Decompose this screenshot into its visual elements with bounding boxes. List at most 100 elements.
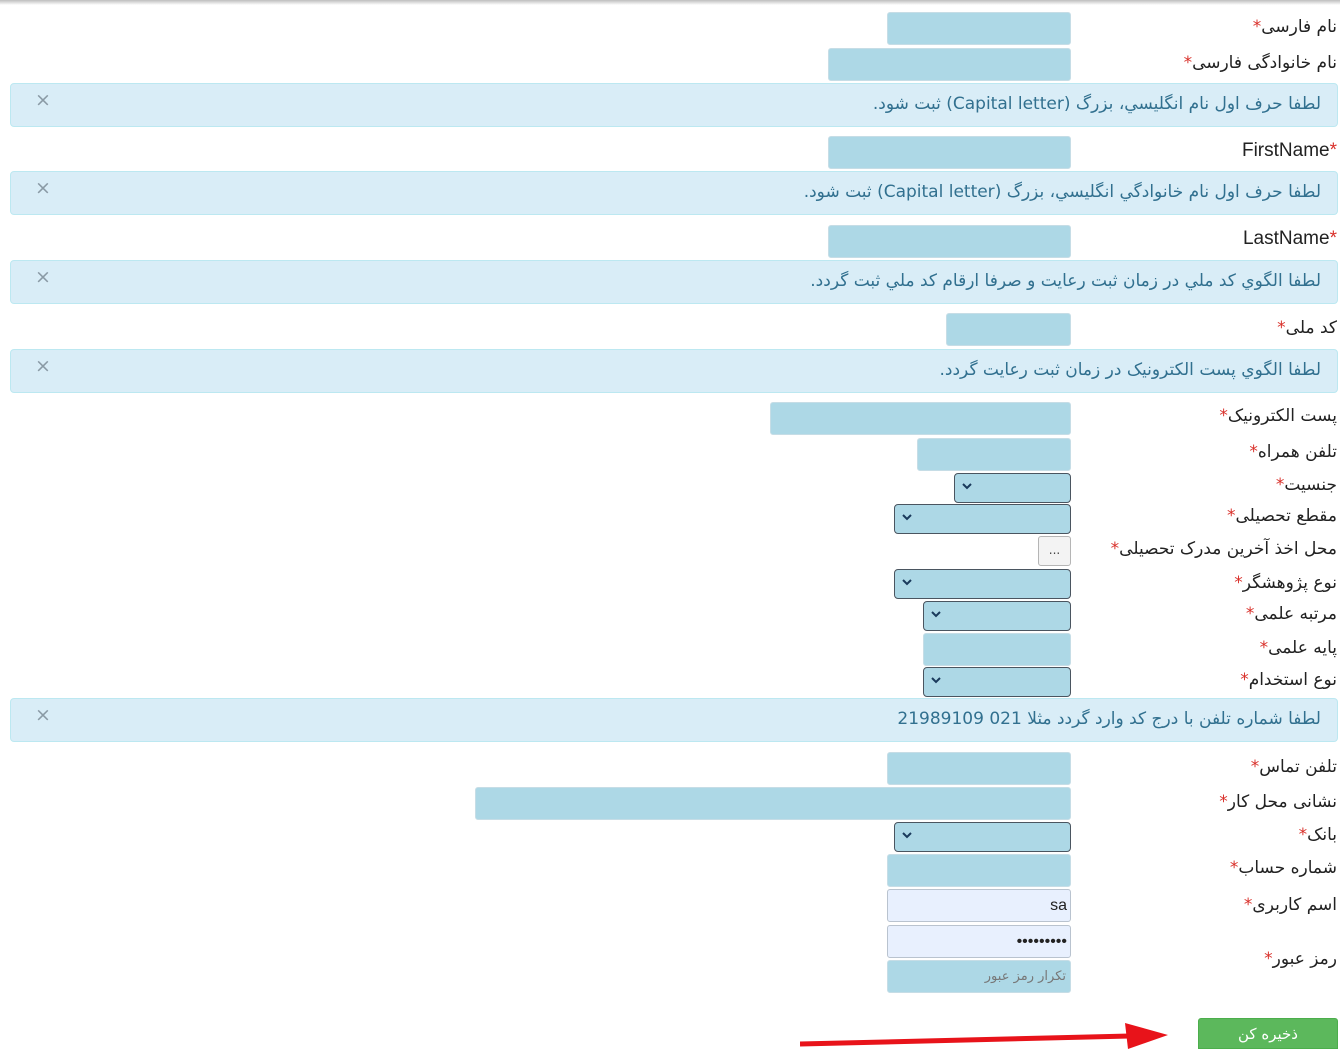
- label-degree-place: محل اخذ آخرین مدرک تحصیلی*: [1111, 538, 1337, 560]
- label-last-name-en: *LastName: [1243, 228, 1337, 250]
- label-username: اسم کاربری*: [1244, 894, 1337, 916]
- username-input[interactable]: sa: [887, 889, 1071, 922]
- chevron-down-icon: [901, 828, 913, 842]
- label-employment-type: نوع استخدام*: [1240, 669, 1337, 691]
- hint-text: لطفا الگوي کد ملي در زمان ثبت رعايت و صر…: [810, 271, 1321, 291]
- label-text: رمز عبور: [1272, 949, 1337, 969]
- required-mark: *: [1183, 53, 1193, 73]
- chevron-down-icon: [930, 673, 942, 687]
- label-text: پایه علمی: [1268, 638, 1337, 658]
- education-level-select[interactable]: [894, 504, 1071, 534]
- label-last-name-fa: نام خانوادگی فارسی*: [1184, 52, 1337, 74]
- hint-text: لطفا شماره تلفن با درج کد وارد گردد مثلا…: [897, 709, 1321, 729]
- phone-input[interactable]: [887, 752, 1071, 785]
- required-mark: *: [1298, 825, 1308, 845]
- required-mark: *: [1240, 670, 1249, 690]
- password-input[interactable]: •••••••••: [887, 925, 1071, 958]
- label-academic-grade: پایه علمی*: [1260, 637, 1337, 659]
- label-text: پست الکترونیک: [1227, 406, 1337, 426]
- label-mobile: تلفن همراه*: [1249, 441, 1337, 463]
- label-text: کد ملی: [1285, 318, 1337, 338]
- first-name-fa-input[interactable]: [887, 12, 1071, 45]
- work-address-input[interactable]: [475, 787, 1071, 820]
- red-arrow-annotation: [800, 1023, 1168, 1049]
- employment-type-select[interactable]: [923, 667, 1071, 697]
- required-mark: *: [1329, 228, 1337, 249]
- label-text: FirstName: [1241, 140, 1330, 161]
- label-text: LastName: [1242, 228, 1330, 249]
- label-academic-rank: مرتبه علمی*: [1246, 603, 1337, 625]
- label-education-level: مقطع تحصیلی*: [1227, 505, 1337, 527]
- account-number-input[interactable]: [887, 854, 1071, 887]
- required-mark: *: [1234, 573, 1243, 593]
- required-mark: *: [1252, 17, 1262, 37]
- degree-place-browse-button[interactable]: ...: [1038, 536, 1071, 566]
- hint-text: لطفا حرف اول نام خانوادگي انگليسي، بزرگ …: [803, 182, 1321, 202]
- password-value: •••••••••: [1016, 933, 1067, 950]
- label-work-address: نشانی محل کار*: [1219, 791, 1337, 813]
- label-text: جنسیت: [1284, 475, 1337, 495]
- save-button[interactable]: ذخیره کن: [1198, 1018, 1338, 1049]
- national-code-input[interactable]: [946, 313, 1071, 346]
- hint-alert-national-code: لطفا الگوي کد ملي در زمان ثبت رعايت و صر…: [10, 260, 1338, 304]
- label-text: مرتبه علمی: [1254, 604, 1337, 624]
- label-phone: تلفن تماس*: [1251, 756, 1337, 778]
- label-national-code: کد ملی*: [1277, 317, 1337, 339]
- label-account-number: شماره حساب*: [1230, 857, 1337, 879]
- label-text: نوع استخدام: [1248, 670, 1337, 690]
- required-mark: *: [1249, 442, 1258, 462]
- chevron-down-icon: [961, 479, 973, 493]
- required-mark: *: [1264, 949, 1273, 969]
- chevron-down-icon: [901, 510, 913, 524]
- password-repeat-input[interactable]: تکرار رمز عبور: [887, 960, 1071, 993]
- close-icon[interactable]: ×: [35, 355, 51, 377]
- label-text: نام خانوادگی فارسی: [1192, 53, 1337, 73]
- required-mark: *: [1259, 638, 1269, 658]
- last-name-en-input[interactable]: [828, 225, 1071, 258]
- label-text: شماره حساب: [1238, 858, 1337, 878]
- required-mark: *: [1219, 406, 1228, 426]
- hint-alert-last-name: لطفا حرف اول نام خانوادگي انگليسي، بزرگ …: [10, 171, 1338, 215]
- label-researcher-type: نوع پژوهشگر*: [1234, 572, 1337, 594]
- label-first-name-fa: نام فارسی*: [1253, 16, 1337, 38]
- username-value: sa: [1050, 897, 1067, 914]
- label-text: اسم کاربری: [1252, 895, 1337, 915]
- required-mark: *: [1250, 757, 1260, 777]
- label-email: پست الکترونیک*: [1219, 405, 1337, 427]
- required-mark: *: [1110, 539, 1120, 559]
- first-name-en-input[interactable]: [828, 136, 1071, 169]
- label-text: نشانی محل کار: [1227, 792, 1337, 812]
- gender-select[interactable]: [954, 473, 1071, 503]
- close-icon[interactable]: ×: [35, 177, 51, 199]
- chevron-down-icon: [930, 607, 942, 621]
- label-password: رمز عبور*: [1264, 948, 1337, 970]
- close-icon[interactable]: ×: [35, 704, 51, 726]
- academic-rank-select[interactable]: [923, 601, 1071, 631]
- academic-grade-input[interactable]: [923, 633, 1071, 666]
- chevron-down-icon: [901, 575, 913, 589]
- hint-alert-email: لطفا الگوي پست الکترونيک در زمان ثبت رعا…: [10, 349, 1338, 393]
- required-mark: *: [1227, 506, 1236, 526]
- label-text: نوع پژوهشگر: [1242, 573, 1337, 593]
- label-text: تلفن همراه: [1257, 442, 1337, 462]
- password-repeat-placeholder: تکرار رمز عبور: [984, 969, 1066, 984]
- hint-alert-phone: لطفا شماره تلفن با درج کد وارد گردد مثلا…: [10, 698, 1338, 742]
- top-shadow: [0, 0, 1340, 5]
- required-mark: *: [1329, 140, 1337, 161]
- email-input[interactable]: [770, 402, 1071, 435]
- bank-select[interactable]: [894, 822, 1071, 852]
- label-text: مقطع تحصیلی: [1235, 506, 1337, 526]
- label-text: تلفن تماس: [1259, 757, 1337, 777]
- close-icon[interactable]: ×: [35, 266, 51, 288]
- last-name-fa-input[interactable]: [828, 48, 1071, 81]
- label-text: نام فارسی: [1261, 17, 1337, 37]
- label-bank: بانک*: [1299, 824, 1337, 846]
- label-first-name-en: *FirstName: [1242, 140, 1337, 162]
- label-gender: جنسیت*: [1276, 474, 1337, 496]
- researcher-type-select[interactable]: [894, 569, 1071, 599]
- mobile-input[interactable]: [917, 438, 1071, 471]
- required-mark: *: [1277, 318, 1286, 338]
- hint-alert-first-name: لطفا حرف اول نام انگليسي، بزرگ (Capital …: [10, 83, 1338, 127]
- close-icon[interactable]: ×: [35, 89, 51, 111]
- required-mark: *: [1219, 792, 1228, 812]
